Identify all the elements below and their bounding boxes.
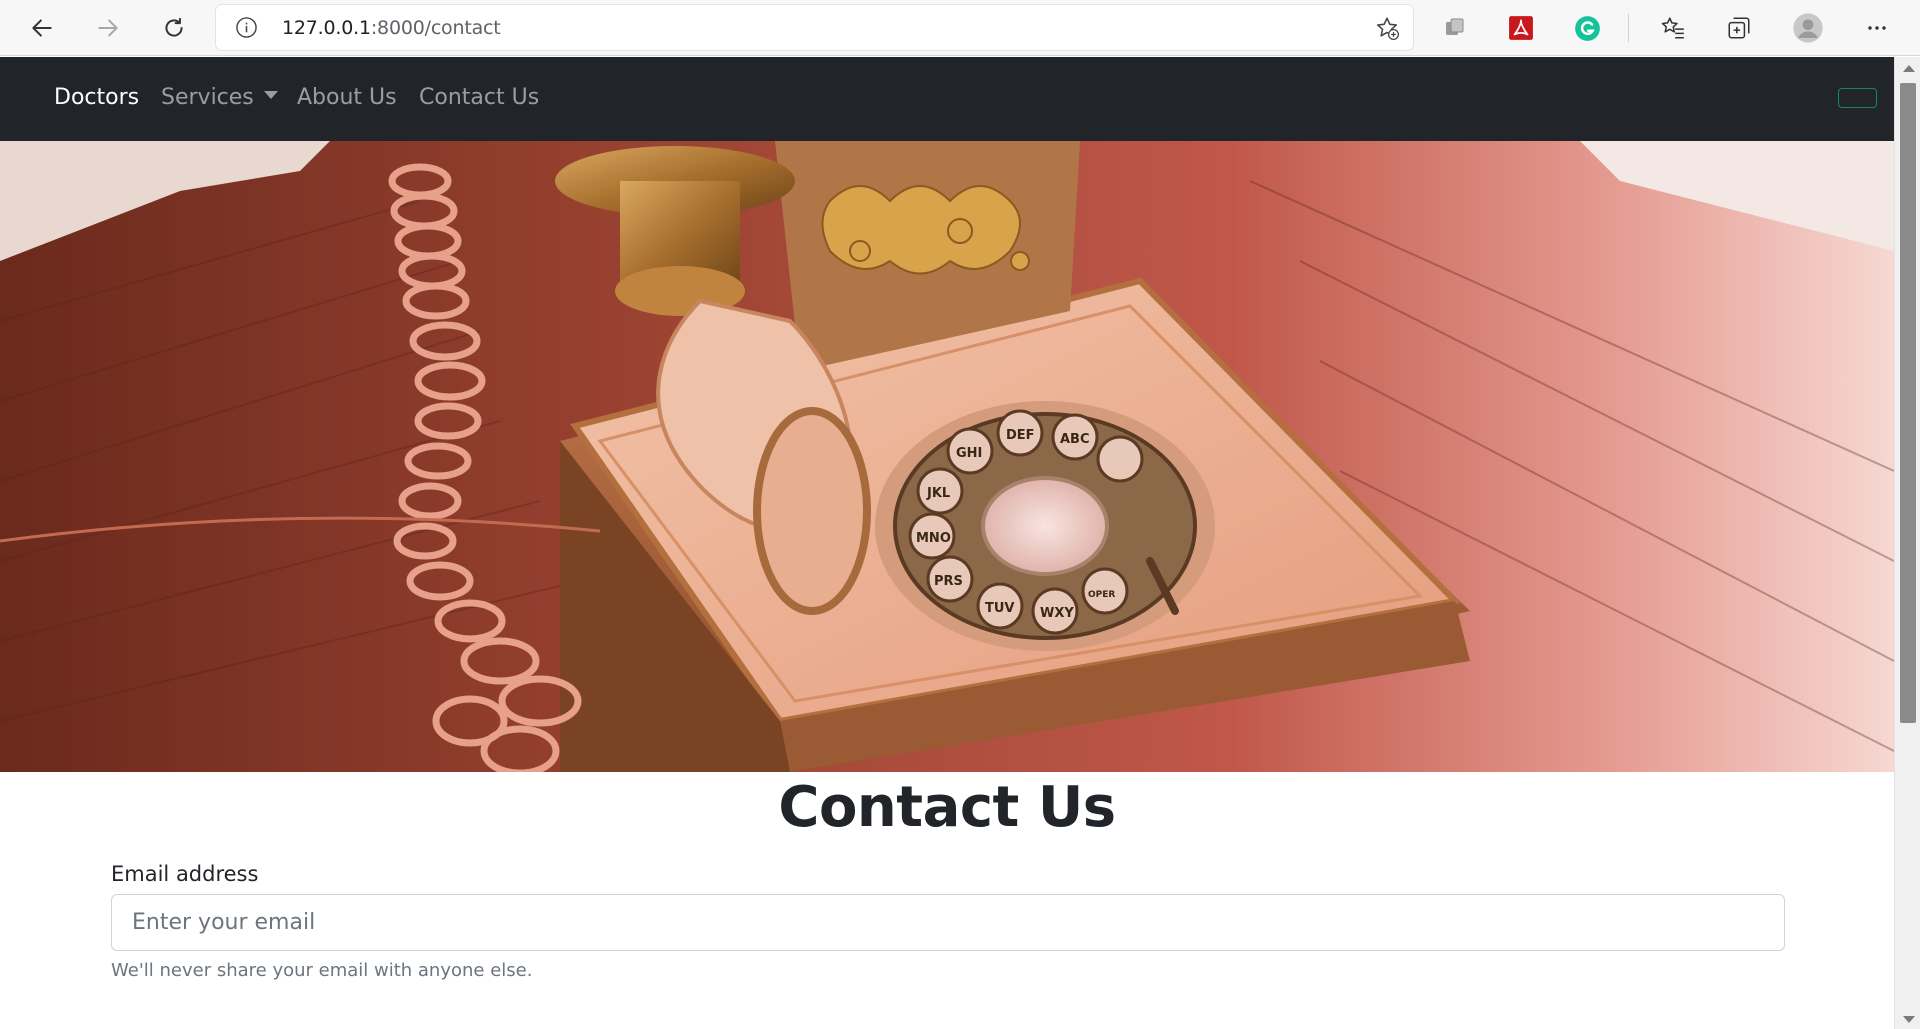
email-label: Email address [111, 862, 259, 886]
back-button[interactable] [22, 8, 62, 48]
grammarly-icon[interactable] [1570, 11, 1604, 45]
nav-services-dropdown[interactable]: Services [161, 85, 278, 110]
back-icon [32, 19, 52, 37]
navbar-toggle-button[interactable] [1838, 88, 1877, 108]
address-url: 127.0.0.1:8000/contact [282, 17, 501, 39]
nav-doctors[interactable]: Doctors [54, 85, 139, 110]
reload-icon [165, 17, 183, 37]
email-field[interactable] [111, 894, 1785, 951]
forward-icon [98, 19, 118, 37]
dial-letters-oper: OPER [1088, 590, 1115, 600]
dial-letters-mno: MNO [916, 531, 951, 546]
info-icon[interactable] [235, 16, 258, 39]
dial-letters-abc: ABC [1060, 432, 1090, 447]
site-navbar: Doctors Services About Us Contact Us [0, 57, 1894, 141]
forward-button[interactable] [88, 8, 128, 48]
nav-about-us[interactable]: About Us [297, 85, 397, 110]
hero-image: GHI DEF ABC JKL MNO PRS TUV WXY OPER [0, 141, 1894, 772]
pdf-icon[interactable] [1504, 11, 1538, 45]
extension-icon[interactable] [1438, 11, 1472, 45]
profile-icon[interactable] [1791, 11, 1825, 45]
url-host: 127.0.0.1 [282, 17, 371, 39]
caret-down-icon [263, 91, 278, 99]
scroll-down-icon[interactable] [1903, 1016, 1915, 1023]
page-title: Contact Us [778, 775, 1116, 840]
add-favorite-icon[interactable] [1373, 14, 1401, 42]
scroll-thumb[interactable] [1900, 83, 1916, 723]
scroll-up-icon[interactable] [1903, 65, 1915, 72]
dial-letters-jkl: JKL [926, 486, 950, 501]
collections-icon[interactable] [1722, 11, 1756, 45]
browser-toolbar: 127.0.0.1:8000/contact [0, 0, 1920, 56]
address-bar[interactable]: 127.0.0.1:8000/contact [216, 5, 1413, 50]
dial-letters-def: DEF [1006, 428, 1035, 443]
email-help-text: We'll never share your email with anyone… [111, 960, 533, 981]
page-viewport: Doctors Services About Us Contact Us GHI… [0, 57, 1894, 1029]
dial-letters-ghi: GHI [956, 446, 982, 461]
dial-letters-prs: PRS [934, 574, 963, 589]
page-scrollbar[interactable] [1894, 57, 1920, 1029]
dial-letters-tuv: TUV [985, 601, 1015, 616]
nav-contact-us[interactable]: Contact Us [419, 85, 539, 110]
more-icon[interactable] [1860, 11, 1894, 45]
nav-services-label: Services [161, 85, 254, 110]
dial-letters-wxy: WXY [1040, 606, 1074, 621]
telephone-illustration: GHI DEF ABC JKL MNO PRS TUV WXY OPER [0, 141, 1894, 772]
url-path: :8000/contact [370, 17, 501, 39]
favorites-icon[interactable] [1656, 11, 1690, 45]
reload-button[interactable] [154, 8, 194, 48]
toolbar-divider [1628, 14, 1629, 42]
